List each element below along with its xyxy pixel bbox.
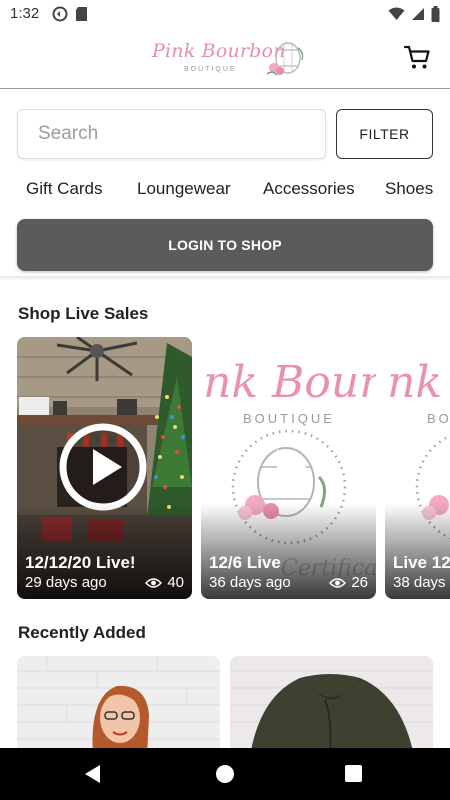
live-sale-views: 40 — [145, 574, 184, 591]
category-bar: Gift Cards Loungewear Accessories Shoes — [0, 174, 450, 204]
cart-icon — [402, 45, 432, 76]
system-nav-bar — [0, 748, 450, 800]
wifi-icon — [388, 7, 405, 26]
eye-icon — [145, 577, 163, 588]
live-sale-card[interactable]: 12/12/20 Live! 29 days ago 40 — [17, 337, 192, 599]
brand-logo[interactable]: Pink Bourbon BOUTIQUE — [150, 38, 310, 82]
app-header: Pink Bourbon BOUTIQUE — [0, 28, 450, 89]
section-divider — [0, 276, 450, 280]
logo-subtext: BOUTIQUE — [184, 66, 237, 73]
svg-text:ink Bourbo: ink Bourbo — [201, 357, 376, 408]
product-image — [17, 656, 220, 756]
product-card[interactable] — [17, 656, 220, 756]
play-icon[interactable] — [243, 423, 331, 511]
filter-button[interactable]: FILTER — [336, 109, 433, 159]
live-sale-views: 26 — [329, 574, 368, 591]
status-bar: 1:32 — [0, 0, 450, 28]
home-icon[interactable] — [216, 765, 234, 783]
recents-icon[interactable] — [345, 765, 362, 782]
eye-icon — [329, 577, 347, 588]
svg-text:BOUTIQUE: BOUTIQUE — [427, 411, 450, 426]
live-sale-title: 12/12/20 Live! — [25, 553, 136, 572]
section-title-live-sales: Shop Live Sales — [18, 304, 149, 323]
view-count: 40 — [167, 574, 184, 591]
play-icon[interactable] — [59, 423, 147, 511]
sync-icon — [52, 6, 68, 27]
svg-text:ink Bourbo: ink Bourbo — [385, 357, 450, 408]
live-sales-carousel[interactable]: 12/12/20 Live! 29 days ago 40 ink Bourbo… — [17, 337, 450, 599]
live-sale-card[interactable]: ink Bourbo BOUTIQUE Live 12 38 days — [385, 337, 450, 599]
signal-icon — [411, 7, 425, 26]
live-sale-age: 36 days ago — [209, 574, 291, 591]
product-image — [230, 656, 433, 756]
search-input[interactable] — [17, 109, 326, 159]
status-time: 1:32 — [10, 5, 40, 22]
sd-card-icon — [75, 6, 88, 27]
live-sale-age: 29 days ago — [25, 574, 107, 591]
category-gift-cards[interactable]: Gift Cards — [26, 179, 103, 199]
category-loungewear[interactable]: Loungewear — [137, 179, 231, 199]
battery-icon — [431, 6, 440, 27]
category-shoes[interactable]: Shoes — [385, 179, 433, 199]
live-sale-card[interactable]: ink Bourbo BOUTIQUE Certificate 12/6 Liv… — [201, 337, 376, 599]
section-title-recently-added: Recently Added — [18, 623, 146, 642]
live-sale-age: 38 days — [393, 574, 446, 591]
category-accessories[interactable]: Accessories — [263, 179, 355, 199]
live-sale-title: 12/6 Live — [209, 553, 281, 572]
back-icon[interactable] — [84, 764, 102, 789]
barrel-icon — [264, 40, 308, 85]
live-sale-title: Live 12 — [393, 553, 450, 572]
cart-button[interactable] — [402, 42, 432, 72]
product-card[interactable] — [230, 656, 433, 756]
view-count: 26 — [351, 574, 368, 591]
login-to-shop-button[interactable]: LOGIN TO SHOP — [17, 219, 433, 271]
